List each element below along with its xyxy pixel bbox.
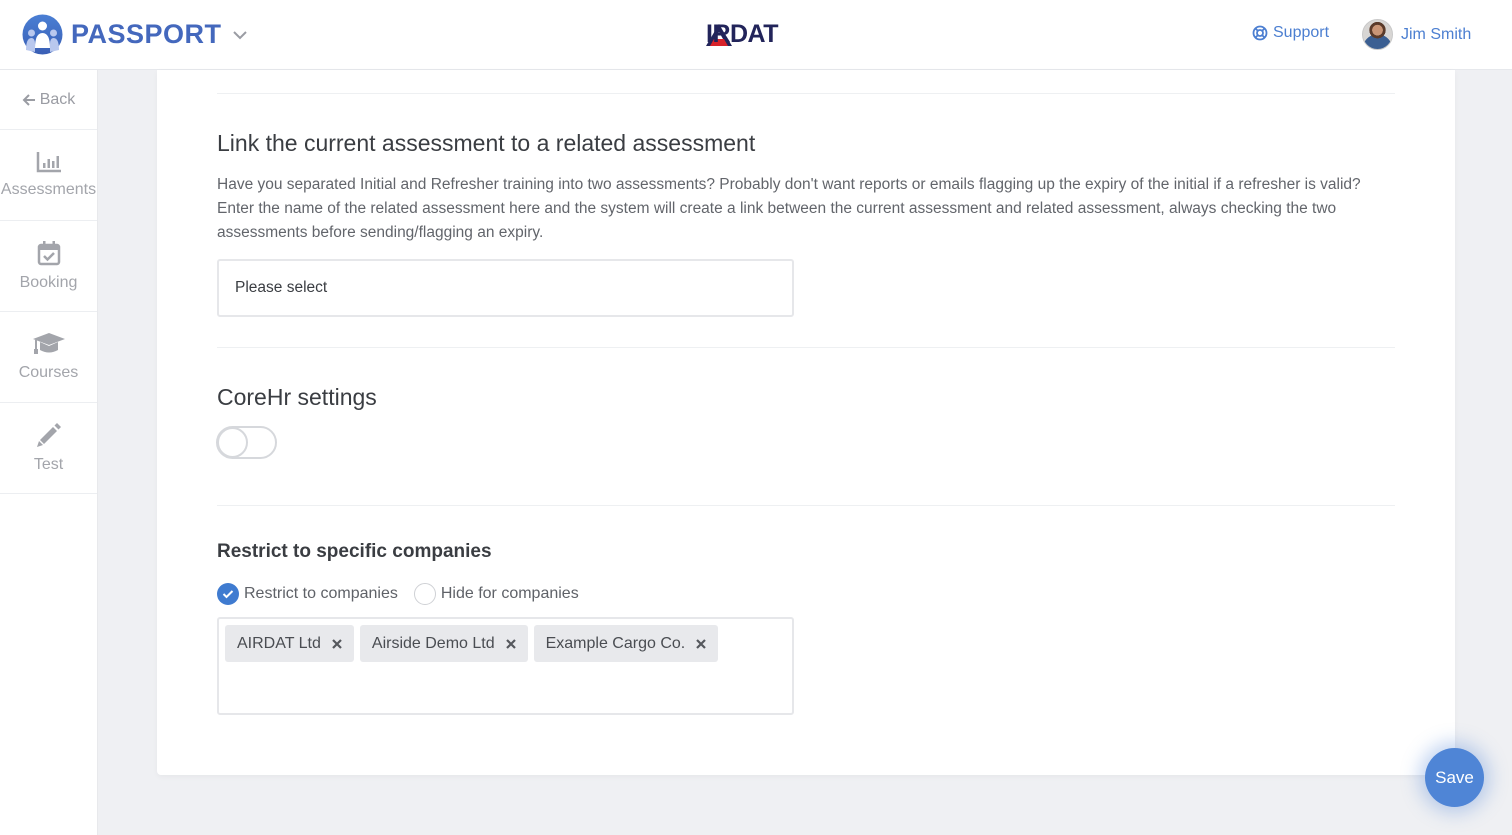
graduation-cap-icon: [32, 333, 65, 354]
radio-label: Hide for companies: [440, 585, 579, 602]
airdat-logo: AIRDAT IRDAT: [706, 20, 779, 48]
avatar: [1362, 19, 1393, 50]
corehr-title: CoreHr settings: [217, 384, 377, 410]
radio-checked-icon: [217, 583, 239, 605]
user-name: Jim Smith: [1401, 25, 1472, 43]
related-assessment-title: Link the current assessment to a related…: [217, 130, 756, 156]
restrict-mode-radio-group: Restrict to companies Hide for companies: [217, 583, 595, 605]
radio-hide-for-companies[interactable]: Hide for companies: [413, 583, 579, 605]
sidebar-item-label: Test: [33, 456, 64, 473]
sidebar-item-booking[interactable]: Booking: [0, 221, 97, 312]
corehr-toggle[interactable]: [216, 426, 277, 459]
remove-tag-icon[interactable]: [696, 638, 707, 649]
related-assessment-description: Have you separated Initial and Refresher…: [217, 176, 1361, 241]
sidebar-item-assessments[interactable]: Assessments: [0, 130, 97, 221]
user-menu[interactable]: Jim Smith: [1362, 19, 1471, 50]
settings-card: Link the current assessment to a related…: [157, 70, 1455, 775]
sidebar-item-test[interactable]: Test: [0, 403, 97, 494]
chevron-down-icon: [232, 30, 247, 39]
radio-unchecked-icon: [413, 583, 436, 605]
section-divider: [217, 505, 1395, 506]
sidebar-item-label: Booking: [19, 274, 78, 291]
bar-chart-icon: [36, 152, 61, 173]
select-placeholder: Please select: [235, 279, 328, 296]
top-bar: PASSPORT AIRDAT IRDAT Support Jim Smith: [0, 0, 1512, 70]
save-button[interactable]: Save: [1425, 748, 1484, 807]
section-divider: [217, 93, 1395, 94]
tag-label: Example Cargo Co.: [545, 634, 686, 652]
passport-logo-icon: [22, 14, 63, 55]
lifebuoy-icon: [1252, 25, 1268, 41]
related-assessment-select[interactable]: Please select: [217, 259, 794, 317]
company-tag: Example Cargo Co.: [533, 625, 719, 662]
restrict-title: Restrict to specific companies: [217, 541, 492, 562]
sidebar: Back Assessments Booking Courses Test: [0, 70, 98, 835]
app-switcher[interactable]: PASSPORT: [22, 14, 248, 55]
brand-name: PASSPORT: [71, 19, 222, 49]
support-label: Support: [1273, 24, 1330, 41]
section-divider: [217, 347, 1395, 348]
radio-label: Restrict to companies: [244, 585, 398, 602]
toggle-knob: [217, 427, 248, 458]
sidebar-item-label: Assessments: [0, 181, 97, 198]
sidebar-item-courses[interactable]: Courses: [0, 312, 97, 403]
companies-tag-input[interactable]: AIRDAT Ltd Airside Demo Ltd Example Carg…: [217, 617, 794, 715]
company-tag: Airside Demo Ltd: [359, 625, 528, 662]
remove-tag-icon[interactable]: [505, 638, 516, 649]
arrow-left-icon: [22, 93, 35, 106]
pencil-icon: [36, 423, 61, 447]
tag-label: AIRDAT Ltd: [237, 634, 321, 652]
remove-tag-icon[interactable]: [332, 638, 342, 649]
sidebar-item-label: Courses: [18, 364, 79, 381]
back-button[interactable]: Back: [0, 70, 97, 130]
radio-restrict-to-companies[interactable]: Restrict to companies: [217, 583, 398, 605]
company-tag: AIRDAT Ltd: [225, 625, 354, 662]
airdat-logo-letters: IRDAT: [706, 20, 779, 48]
calendar-check-icon: [37, 241, 60, 266]
back-label: Back: [39, 90, 76, 108]
support-link[interactable]: Support: [1252, 24, 1329, 42]
tag-label: Airside Demo Ltd: [371, 634, 495, 652]
